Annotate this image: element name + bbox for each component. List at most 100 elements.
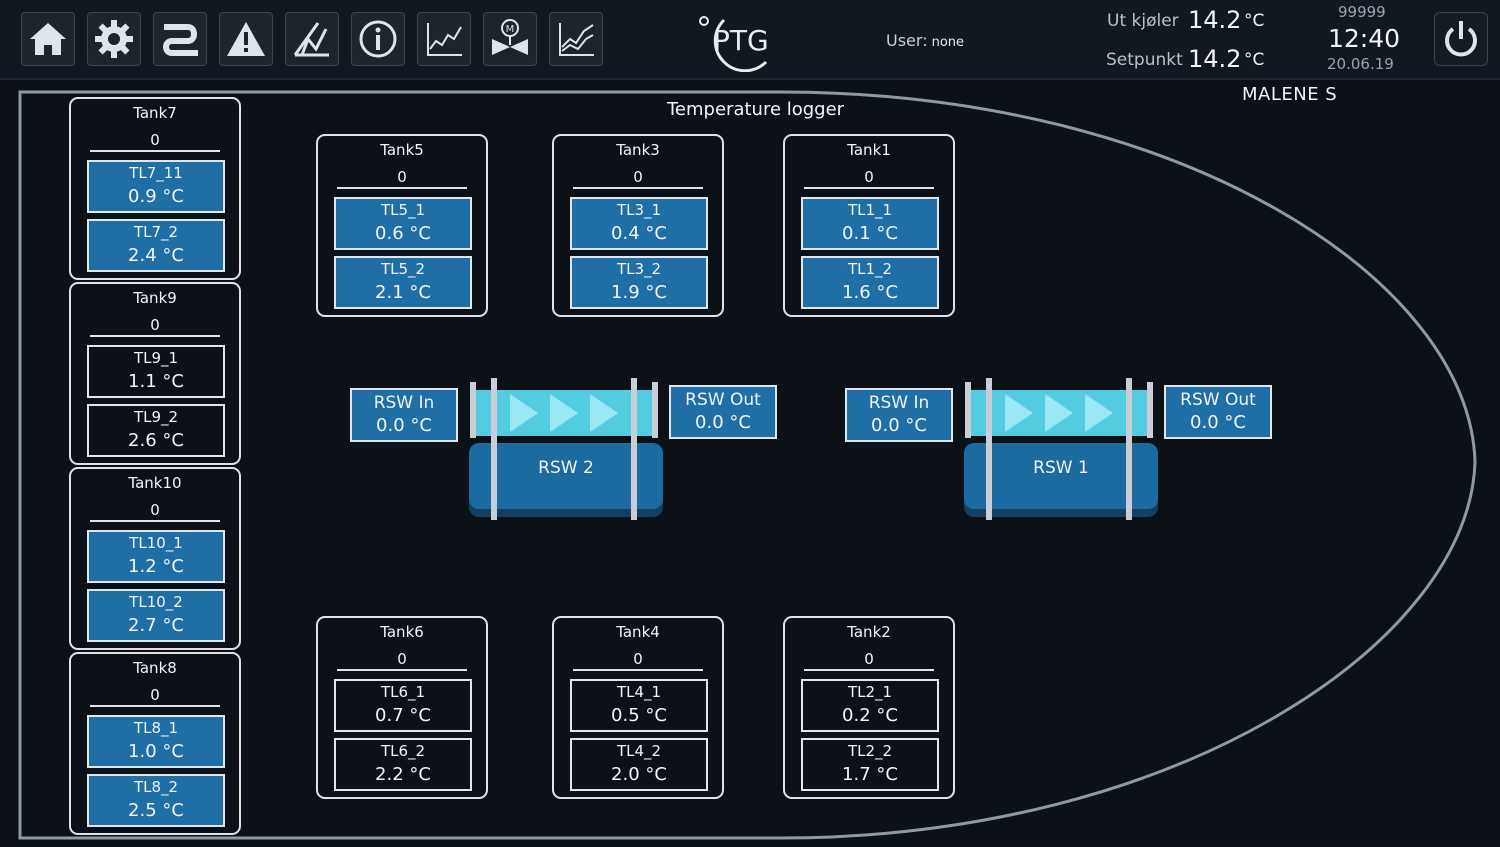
sensor-tl5-2[interactable]: TL5_2 2.1 °C xyxy=(334,256,472,309)
sensor-tl8-2[interactable]: TL8_2 2.5 °C xyxy=(87,774,225,827)
sensor-value: 0.2 °C xyxy=(842,705,898,726)
rsw1-in-box[interactable]: RSW In 0.0 °C xyxy=(845,388,953,442)
sensor-name: TL3_1 xyxy=(616,201,662,219)
sensor-tl1-1[interactable]: TL1_1 0.1 °C xyxy=(801,197,939,250)
tank-1[interactable]: Tank1 0 TL1_1 0.1 °C TL1_2 1.6 °C xyxy=(783,134,955,317)
rsw1-out-box[interactable]: RSW Out 0.0 °C xyxy=(1164,385,1272,439)
sensor-value: 2.1 °C xyxy=(375,282,431,303)
sensor-tl4-2[interactable]: TL4_2 2.0 °C xyxy=(570,738,708,791)
multi-trend-icon xyxy=(559,23,594,56)
piping-button[interactable] xyxy=(153,12,207,66)
tank-4[interactable]: Tank4 0 TL4_1 0.5 °C TL4_2 2.0 °C xyxy=(552,616,724,799)
sensor-tl3-1[interactable]: TL3_1 0.4 °C xyxy=(570,197,708,250)
tank-7[interactable]: Tank7 0 TL7_11 0.9 °C TL7_2 2.4 °C xyxy=(69,97,241,280)
ptg-logo: PTG xyxy=(699,16,769,72)
setpunkt-value: 14.2 xyxy=(1188,45,1242,73)
sensor-name: TL7_2 xyxy=(133,223,179,241)
sensor-name: TL9_1 xyxy=(133,349,179,367)
tank-2[interactable]: Tank2 0 TL2_1 0.2 °C TL2_2 1.7 °C xyxy=(783,616,955,799)
sensor-name: TL2_1 xyxy=(847,683,893,701)
sensor-name: TL5_1 xyxy=(380,201,426,219)
rsw-in-value: 0.0 °C xyxy=(871,415,927,436)
divider xyxy=(90,520,220,522)
motor-valve-icon: M xyxy=(492,19,528,55)
alarm-button[interactable] xyxy=(219,12,273,66)
tank-count: 0 xyxy=(397,168,407,186)
rsw2-out-box[interactable]: RSW Out 0.0 °C xyxy=(669,385,777,439)
tank-count: 0 xyxy=(150,501,160,519)
home-icon xyxy=(30,23,66,55)
sensor-name: TL9_2 xyxy=(133,408,179,426)
sensor-tl9-2[interactable]: TL9_2 2.6 °C xyxy=(87,404,225,457)
rsw2-flanges xyxy=(470,378,658,520)
tank-count: 0 xyxy=(397,650,407,668)
sensor-value: 0.1 °C xyxy=(842,223,898,244)
sensor-tl6-2[interactable]: TL6_2 2.2 °C xyxy=(334,738,472,791)
tank-name: Tank7 xyxy=(133,104,177,122)
tank-name: Tank2 xyxy=(847,623,891,641)
sensor-tl5-1[interactable]: TL5_1 0.6 °C xyxy=(334,197,472,250)
tank-8[interactable]: Tank8 0 TL8_1 1.0 °C TL8_2 2.5 °C xyxy=(69,652,241,835)
multi-trend-button[interactable] xyxy=(549,12,603,66)
sensor-name: TL7_11 xyxy=(129,164,183,182)
sensor-name: TL1_1 xyxy=(847,201,893,219)
page-title: Temperature logger xyxy=(667,99,845,120)
rsw1-flanges xyxy=(965,378,1153,520)
sensor-name: TL4_2 xyxy=(616,742,662,760)
tank-count: 0 xyxy=(864,168,874,186)
sensor-tl9-1[interactable]: TL9_1 1.1 °C xyxy=(87,345,225,398)
settings-button[interactable] xyxy=(87,12,141,66)
sensor-value: 2.5 °C xyxy=(128,800,184,821)
sensor-tl7-11[interactable]: TL7_11 0.9 °C xyxy=(87,160,225,213)
calibration-button[interactable] xyxy=(285,12,339,66)
sensor-tl2-1[interactable]: TL2_1 0.2 °C xyxy=(801,679,939,732)
rsw-in-label: RSW In xyxy=(373,393,435,413)
home-button[interactable] xyxy=(21,12,75,66)
info-button[interactable] xyxy=(351,12,405,66)
sensor-tl10-1[interactable]: TL10_1 1.2 °C xyxy=(87,530,225,583)
tank-count: 0 xyxy=(150,316,160,334)
tank-3[interactable]: Tank3 0 TL3_1 0.4 °C TL3_2 1.9 °C xyxy=(552,134,724,317)
sensor-tl1-2[interactable]: TL1_2 1.6 °C xyxy=(801,256,939,309)
rsw2-in-box[interactable]: RSW In 0.0 °C xyxy=(350,388,458,442)
sensor-name: TL4_1 xyxy=(616,683,662,701)
power-icon xyxy=(1445,21,1477,57)
sensor-value: 2.6 °C xyxy=(128,430,184,451)
power-button[interactable] xyxy=(1434,12,1488,66)
user-value: none xyxy=(931,35,965,50)
warning-icon xyxy=(227,22,265,56)
sensor-tl8-1[interactable]: TL8_1 1.0 °C xyxy=(87,715,225,768)
ut-kjoler-label: Ut kjøler xyxy=(1107,11,1179,31)
sensor-tl3-2[interactable]: TL3_2 1.9 °C xyxy=(570,256,708,309)
sensor-name: TL8_2 xyxy=(133,778,179,796)
info-icon xyxy=(359,20,397,58)
tank-name: Tank5 xyxy=(380,141,424,159)
sensor-name: TL1_2 xyxy=(847,260,893,278)
top-bar: M PTG User: none Ut kjøler 14.2 °C Setpun… xyxy=(0,0,1500,80)
sensor-tl4-1[interactable]: TL4_1 0.5 °C xyxy=(570,679,708,732)
sensor-value: 0.5 °C xyxy=(611,705,667,726)
divider xyxy=(573,187,703,189)
rsw-out-label: RSW Out xyxy=(685,390,761,410)
sensor-name: TL10_2 xyxy=(129,593,183,611)
svg-text:M: M xyxy=(506,24,515,35)
sensor-name: TL10_1 xyxy=(129,534,183,552)
tank-10[interactable]: Tank10 0 TL10_1 1.2 °C TL10_2 2.7 °C xyxy=(69,467,241,650)
sensor-tl7-2[interactable]: TL7_2 2.4 °C xyxy=(87,219,225,272)
sensor-value: 2.2 °C xyxy=(375,764,431,785)
tank-5[interactable]: Tank5 0 TL5_1 0.6 °C TL5_2 2.1 °C xyxy=(316,134,488,317)
trend-button[interactable] xyxy=(417,12,471,66)
sensor-tl2-2[interactable]: TL2_2 1.7 °C xyxy=(801,738,939,791)
divider xyxy=(804,187,934,189)
sensor-tl10-2[interactable]: TL10_2 2.7 °C xyxy=(87,589,225,642)
tank-6[interactable]: Tank6 0 TL6_1 0.7 °C TL6_2 2.2 °C xyxy=(316,616,488,799)
divider xyxy=(337,669,467,671)
tank-name: Tank6 xyxy=(380,623,424,641)
clock-date: 20.06.19 xyxy=(1327,55,1394,73)
tank-9[interactable]: Tank9 0 TL9_1 1.1 °C TL9_2 2.6 °C xyxy=(69,282,241,465)
sensor-tl6-1[interactable]: TL6_1 0.7 °C xyxy=(334,679,472,732)
sensor-name: TL6_1 xyxy=(380,683,426,701)
motor-valve-button[interactable]: M xyxy=(483,12,537,66)
divider xyxy=(90,150,220,152)
tank-name: Tank1 xyxy=(847,141,891,159)
